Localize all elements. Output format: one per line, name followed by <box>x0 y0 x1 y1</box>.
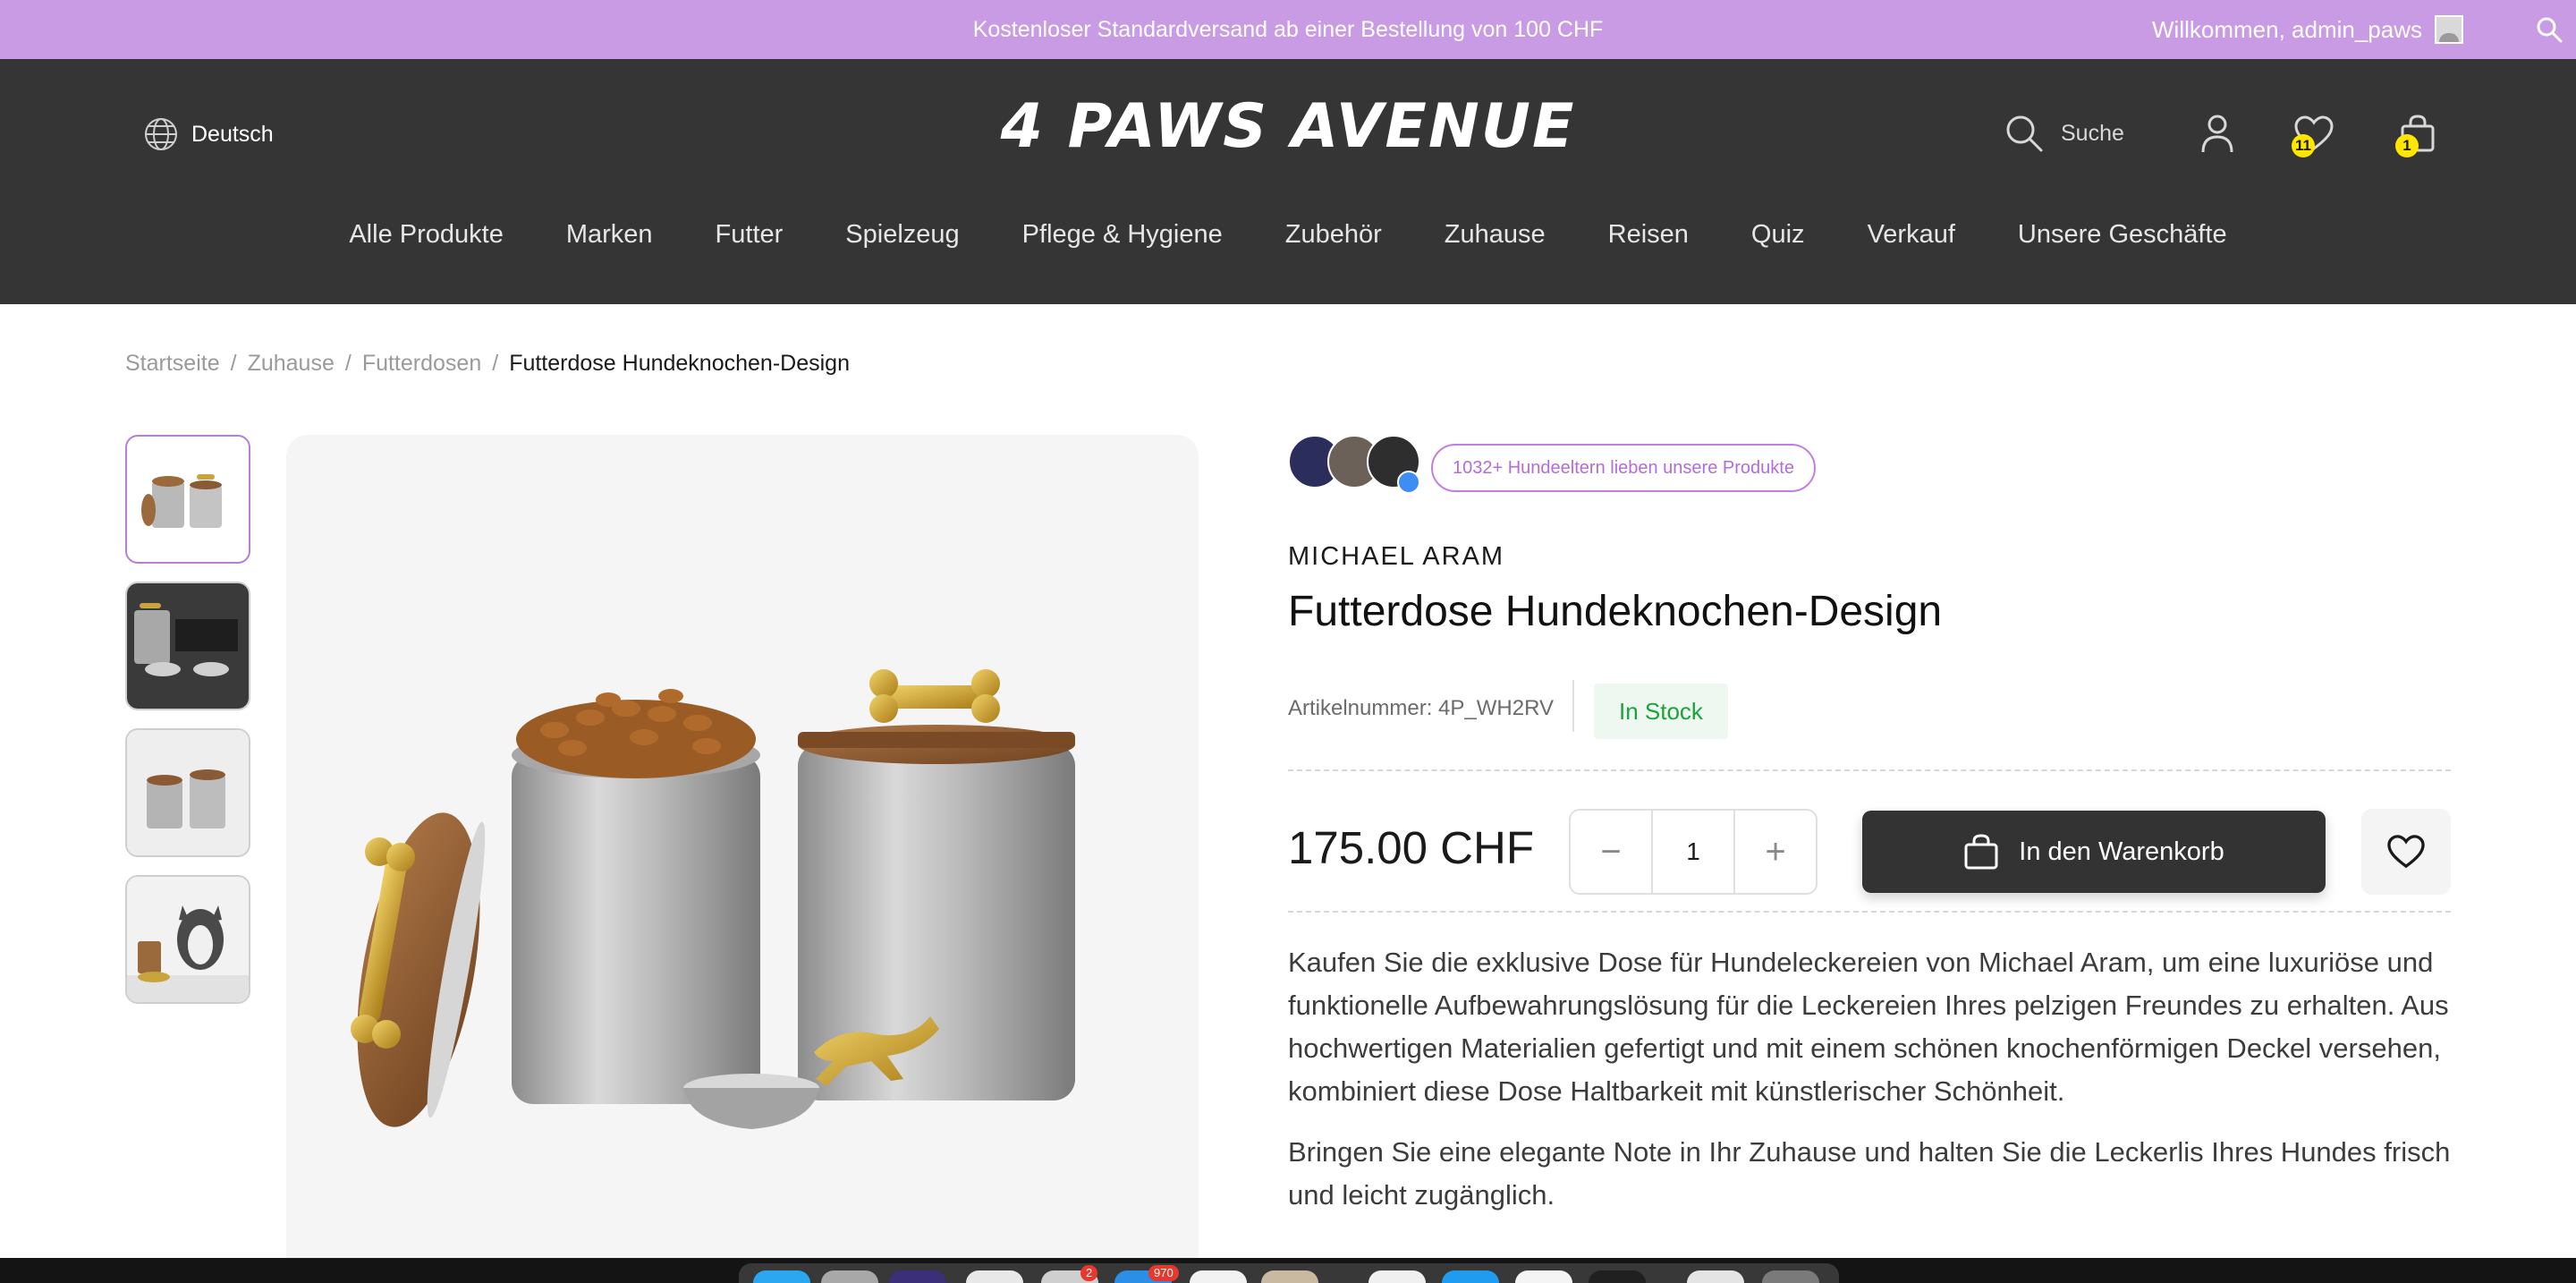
heart-icon <box>2387 835 2425 869</box>
wishlist-button[interactable]: 11 <box>2292 111 2336 157</box>
add-to-cart-button[interactable]: In den Warenkorb <box>1862 811 2326 893</box>
shopping-bag-icon <box>1964 834 1998 870</box>
breadcrumb-separator: / <box>344 351 352 376</box>
terminal-icon[interactable] <box>1589 1270 1646 1283</box>
nav-item-zuhause[interactable]: Zuhause <box>1445 220 1546 250</box>
product-photo <box>351 669 1075 1129</box>
add-to-wishlist-button[interactable] <box>2361 809 2451 895</box>
app-icon[interactable] <box>889 1270 946 1283</box>
nav-item-verkauf[interactable]: Verkauf <box>1868 220 1955 250</box>
divider <box>1288 911 2451 913</box>
announcement-bar: Kostenloser Standardversand ab einer Bes… <box>0 0 2576 59</box>
nav-item-spielzeug[interactable]: Spielzeug <box>845 220 959 250</box>
nav-item-unsere-geschaefte[interactable]: Unsere Geschäfte <box>2018 220 2227 250</box>
safari-icon[interactable] <box>966 1270 1023 1283</box>
welcome-text: Willkommen, admin_paws <box>2152 15 2422 43</box>
product-thumbnail-1[interactable] <box>125 435 250 564</box>
document-icon[interactable] <box>1687 1270 1744 1283</box>
mail-badge: 2 <box>1080 1265 1098 1281</box>
nav-item-pflege-hygiene[interactable]: Pflege & Hygiene <box>1022 220 1223 250</box>
add-to-cart-label: In den Warenkorb <box>2019 837 2224 866</box>
breadcrumb-link-zuhause[interactable]: Zuhause <box>248 351 335 377</box>
social-proof-badge: 1032+ Hundeeltern lieben unsere Produkte <box>1431 444 1816 492</box>
breadcrumb-separator: / <box>230 351 237 376</box>
header-search[interactable]: Suche <box>2004 113 2124 154</box>
nav-item-zubehoer[interactable]: Zubehör <box>1285 220 1382 250</box>
stock-status-badge: In Stock <box>1594 684 1728 739</box>
search-icon <box>2006 115 2043 152</box>
quantity-stepper: − 1 + <box>1569 809 1818 895</box>
user-avatar-icon[interactable] <box>2435 15 2463 44</box>
cart-count-badge: 1 <box>2395 134 2419 157</box>
nav-item-alle-produkte[interactable]: Alle Produkte <box>349 220 504 250</box>
main-navigation: Alle Produkte Marken Futter Spielzeug Pf… <box>0 220 2576 250</box>
verified-check-icon <box>1397 471 1420 494</box>
product-price: 175.00 CHF <box>1288 822 1534 873</box>
app-icon[interactable] <box>1368 1270 1426 1283</box>
launchpad-icon[interactable] <box>821 1270 878 1283</box>
quantity-increase-button[interactable]: + <box>1735 811 1816 893</box>
trash-icon[interactable] <box>1762 1270 1819 1283</box>
calendar-icon[interactable] <box>1190 1270 1247 1283</box>
product-thumbnail-4[interactable] <box>125 875 250 1004</box>
product-thumbnail-2[interactable] <box>125 582 250 710</box>
finder-icon[interactable] <box>753 1270 810 1283</box>
messages-badge: 970 <box>1148 1265 1179 1281</box>
account-button[interactable] <box>2195 111 2240 156</box>
nav-item-reisen[interactable]: Reisen <box>1608 220 1689 250</box>
description-paragraph: Kaufen Sie die exklusive Dose für Hundel… <box>1288 947 2449 1107</box>
product-title: Futterdose Hundeknochen-Design <box>1288 588 1943 635</box>
user-icon <box>2201 115 2233 153</box>
search-icon[interactable] <box>2535 15 2563 44</box>
search-label: Suche <box>2061 120 2124 146</box>
wishlist-count-badge: 11 <box>2292 134 2315 157</box>
app-icon[interactable] <box>1442 1270 1499 1283</box>
site-logo[interactable]: 4 PAWS AVENUE <box>0 91 2576 162</box>
cart-button[interactable]: 1 <box>2395 111 2440 157</box>
product-description: Kaufen Sie die exklusive Dose für Hundel… <box>1288 941 2451 1235</box>
nav-item-marken[interactable]: Marken <box>566 220 653 250</box>
app-icon[interactable] <box>1515 1270 1572 1283</box>
breadcrumb-separator: / <box>492 351 499 376</box>
description-paragraph: Bringen Sie eine elegante Note in Ihr Zu… <box>1288 1136 2451 1211</box>
breadcrumb: Startseite / Zuhause / Futterdosen / Fut… <box>125 351 850 377</box>
divider <box>1572 680 1574 732</box>
site-header: Deutsch 4 PAWS AVENUE Suche 11 1 Alle Pr… <box>0 59 2576 304</box>
account-welcome[interactable]: Willkommen, admin_paws <box>2152 0 2463 59</box>
quantity-input[interactable]: 1 <box>1651 811 1735 893</box>
product-brand[interactable]: MICHAEL ARAM <box>1288 542 1504 572</box>
nav-item-futter[interactable]: Futter <box>716 220 784 250</box>
product-sku: Artikelnummer: 4P_WH2RV <box>1288 696 1554 720</box>
breadcrumb-link-futterdosen[interactable]: Futterdosen <box>362 351 481 377</box>
quantity-decrease-button[interactable]: − <box>1571 811 1651 893</box>
customer-avatars <box>1288 435 1422 494</box>
main-product-image[interactable] <box>286 435 1199 1283</box>
breadcrumb-current: Futterdose Hundeknochen-Design <box>509 351 850 376</box>
breadcrumb-link-home[interactable]: Startseite <box>125 351 220 377</box>
product-thumbnail-3[interactable] <box>125 728 250 857</box>
divider <box>1288 769 2451 771</box>
notes-icon[interactable] <box>1261 1270 1318 1283</box>
nav-item-quiz[interactable]: Quiz <box>1751 220 1805 250</box>
